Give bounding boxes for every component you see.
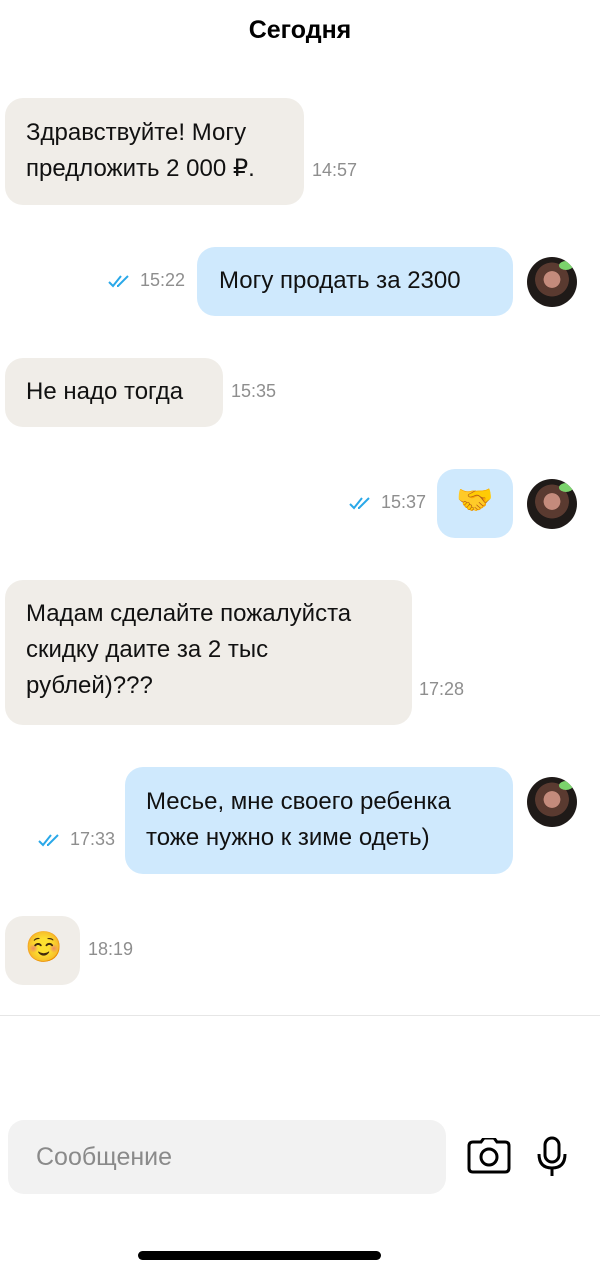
message-time-text: 14:57 [312,160,358,180]
double-check-icon [349,496,370,509]
message-text-line: скидку даите за 2 тыс [26,636,269,663]
microphone-icon[interactable] [535,1136,569,1183]
message-text-line: Здравствуйте! Могу [26,119,247,146]
double-check-icon [108,274,129,287]
message-time: 15:37 [349,492,426,513]
message-time-text: 15:35 [231,381,277,401]
message-time-text: 17:33 [70,829,116,849]
microphone-icon-glyph [537,1136,567,1176]
message-time: 18:19 [88,939,133,960]
date-header: Сегодня [248,15,352,44]
chat-thread: Сегодня Здравствуйте! Могу предложить 2 … [0,0,600,1015]
smiling-face-emoji: ☺️ [25,930,63,965]
handshake-emoji: 🤝 [456,483,494,518]
message-input-placeholder: Сообщение [36,1142,173,1171]
message-text-line: Могу продать за 2300 [219,267,461,294]
message-bubble-incoming[interactable]: Мадам сделайте пожалуйста скидку даите з… [5,580,412,725]
message-text-line: предложить 2 000 ₽. [26,155,255,182]
message-text-line: Мадам сделайте пожалуйста [26,600,352,627]
message-time-text: 15:22 [140,270,186,290]
message-time: 14:57 [312,160,357,181]
camera-icon-glyph [467,1136,511,1174]
camera-icon[interactable] [467,1136,511,1179]
message-text-line: Не надо тогда [26,378,184,405]
home-indicator[interactable] [138,1251,381,1260]
message-time: 17:28 [419,679,464,700]
message-bubble-outgoing[interactable]: Могу продать за 2300 [197,247,513,316]
message-bubble-incoming[interactable]: Здравствуйте! Могу предложить 2 000 ₽. [5,98,304,205]
message-text-line: тоже нужно к зиме одеть) [146,824,430,851]
avatar[interactable] [527,479,577,529]
message-input[interactable]: Сообщение [8,1120,446,1194]
message-bubble-outgoing[interactable]: 🤝 [437,469,513,538]
message-time: 17:33 [38,829,115,850]
message-text-line: Месье, мне своего ребенка [146,788,451,815]
message-bubble-outgoing[interactable]: Месье, мне своего ребенка тоже нужно к з… [125,767,513,874]
message-bubble-incoming[interactable]: Не надо тогда [5,358,223,427]
message-time-text: 18:19 [88,939,134,959]
message-time: 15:35 [231,381,276,402]
message-time-text: 15:37 [381,492,427,512]
message-time-text: 17:28 [419,679,465,699]
message-text-line: рублей)??? [26,672,153,699]
composer-divider [0,1015,600,1016]
double-check-icon [38,833,59,846]
avatar[interactable] [527,777,577,827]
message-bubble-incoming[interactable]: ☺️ [5,916,80,985]
avatar[interactable] [527,257,577,307]
message-time: 15:22 [108,270,185,291]
